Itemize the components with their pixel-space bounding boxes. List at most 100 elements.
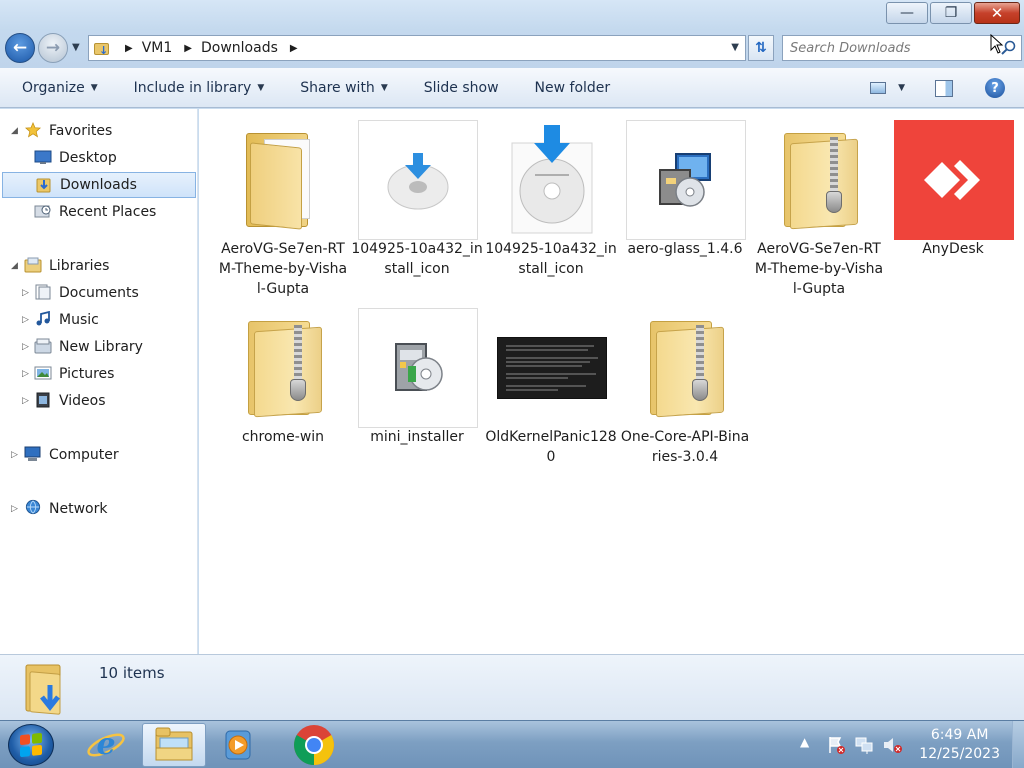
breadcrumb-downloads[interactable]: Downloads bbox=[201, 40, 278, 56]
volume-muted-icon[interactable] bbox=[882, 735, 904, 755]
search-input[interactable] bbox=[790, 40, 1000, 56]
minimize-button[interactable]: — bbox=[886, 2, 928, 24]
nav-documents[interactable]: ▷ Documents bbox=[0, 280, 198, 306]
refresh-button[interactable]: ⇅ bbox=[748, 35, 774, 61]
clock-time: 6:49 AM bbox=[930, 727, 989, 743]
file-name: aero-glass_1.4.6 bbox=[627, 241, 743, 257]
taskbar-media-player[interactable] bbox=[206, 723, 270, 767]
image-thumbnail-icon bbox=[492, 120, 612, 240]
nav-libraries[interactable]: ◢ Libraries bbox=[0, 253, 198, 279]
network-icon bbox=[25, 499, 41, 515]
network-status-icon[interactable] bbox=[854, 735, 876, 755]
file-item[interactable]: OldKernelPanic1280 bbox=[485, 308, 617, 468]
nav-recent-places[interactable]: Recent Places bbox=[0, 199, 198, 225]
expand-arrow-icon[interactable]: ▷ bbox=[22, 396, 29, 406]
show-hidden-icons-icon[interactable]: ▲ bbox=[800, 735, 809, 749]
libraries-icon bbox=[24, 257, 42, 273]
nav-videos[interactable]: ▷ Videos bbox=[0, 388, 198, 414]
close-icon: ✕ bbox=[990, 4, 1004, 22]
address-bar[interactable]: ↓ ▶ VM1 ▶ Downloads ▶ ▼ bbox=[88, 35, 746, 61]
action-center-flag-icon[interactable] bbox=[826, 735, 846, 755]
expand-arrow-icon[interactable]: ▷ bbox=[22, 288, 29, 298]
desktop-icon bbox=[34, 150, 52, 164]
maximize-button[interactable]: ❐ bbox=[930, 2, 972, 24]
start-button[interactable] bbox=[8, 724, 54, 766]
file-item[interactable]: mini_installer bbox=[351, 308, 483, 468]
taskbar-internet-explorer[interactable]: e bbox=[74, 723, 138, 767]
organize-menu[interactable]: Organize ▼ bbox=[22, 80, 98, 96]
file-item[interactable]: 104925-10a432_install_icon bbox=[351, 120, 483, 300]
zip-folder-icon bbox=[244, 319, 324, 418]
nav-pictures[interactable]: ▷ Pictures bbox=[0, 361, 198, 387]
file-item[interactable]: AnyDesk bbox=[887, 120, 1019, 300]
file-item[interactable]: One-Core-API-Binaries-3.0.4 bbox=[619, 308, 751, 468]
organize-label: Organize bbox=[22, 79, 85, 96]
expand-arrow-icon[interactable]: ◢ bbox=[11, 126, 18, 136]
nav-computer[interactable]: ▷ Computer bbox=[0, 442, 198, 468]
breadcrumb-chevron-icon[interactable]: ▶ bbox=[290, 43, 298, 54]
expand-arrow-icon[interactable]: ▷ bbox=[22, 342, 29, 352]
file-name: One-Core-API-Binaries-3.0.4 bbox=[620, 429, 750, 465]
address-dropdown-icon[interactable]: ▼ bbox=[731, 42, 739, 53]
installer-icon bbox=[358, 308, 478, 428]
show-desktop-button[interactable] bbox=[1012, 721, 1024, 768]
back-button[interactable]: ← bbox=[5, 33, 35, 63]
taskbar: e ▲ 6:49 AM 12/25/2023 bbox=[0, 720, 1024, 768]
share-with-menu[interactable]: Share with ▼ bbox=[300, 80, 387, 96]
view-options-dropdown[interactable]: ▼ bbox=[898, 83, 905, 93]
expand-arrow-icon[interactable]: ▷ bbox=[11, 450, 18, 460]
breadcrumb-chevron-icon[interactable]: ▶ bbox=[125, 43, 133, 54]
svg-text:e: e bbox=[96, 727, 115, 762]
search-box[interactable] bbox=[782, 35, 1022, 61]
nav-network[interactable]: ▷ Network bbox=[0, 496, 198, 522]
nav-new-library[interactable]: ▷ New Library bbox=[0, 334, 198, 360]
details-pane: 10 items bbox=[0, 654, 1024, 720]
downloads-folder-icon bbox=[36, 178, 51, 193]
nav-documents-label: Documents bbox=[59, 285, 139, 301]
nav-desktop[interactable]: Desktop bbox=[0, 145, 198, 171]
file-item[interactable]: 104925-10a432_install_icon bbox=[485, 120, 617, 300]
preview-pane-icon[interactable] bbox=[935, 79, 953, 97]
image-thumbnail-icon bbox=[358, 120, 478, 240]
taskbar-windows-explorer[interactable] bbox=[142, 723, 206, 767]
breadcrumb-chevron-icon[interactable]: ▶ bbox=[184, 43, 192, 54]
title-bar[interactable]: — ❐ ✕ bbox=[0, 0, 1024, 30]
change-view-icon[interactable] bbox=[870, 82, 887, 94]
clock-date: 12/25/2023 bbox=[919, 746, 1000, 762]
windows-explorer-icon bbox=[155, 727, 193, 761]
expand-arrow-icon[interactable]: ▷ bbox=[22, 369, 29, 379]
star-icon bbox=[24, 122, 42, 138]
forward-button[interactable]: → bbox=[38, 33, 68, 63]
include-in-library-menu[interactable]: Include in library ▼ bbox=[134, 80, 265, 96]
arrow-right-icon: → bbox=[45, 38, 61, 58]
item-count: 10 items bbox=[99, 664, 165, 682]
help-icon[interactable]: ? bbox=[985, 78, 1005, 98]
new-folder-button[interactable]: New folder bbox=[535, 80, 611, 96]
nav-desktop-label: Desktop bbox=[59, 150, 117, 166]
file-item[interactable]: aero-glass_1.4.6 bbox=[619, 120, 751, 300]
file-item[interactable]: AeroVG-Se7en-RTM-Theme-by-Vishal-Gupta bbox=[217, 120, 349, 300]
file-item[interactable]: chrome-win bbox=[217, 308, 349, 468]
file-item[interactable]: AeroVG-Se7en-RTM-Theme-by-Vishal-Gupta bbox=[753, 120, 885, 300]
close-button[interactable]: ✕ bbox=[974, 2, 1020, 24]
nav-downloads[interactable]: Downloads bbox=[2, 172, 196, 198]
zip-folder-icon bbox=[780, 131, 860, 230]
clock[interactable]: 6:49 AM 12/25/2023 bbox=[919, 726, 1000, 764]
slide-show-button[interactable]: Slide show bbox=[424, 80, 499, 96]
expand-arrow-icon[interactable]: ▷ bbox=[22, 315, 29, 325]
system-tray: ▲ 6:49 AM 12/25/2023 bbox=[784, 721, 1024, 768]
expand-arrow-icon[interactable]: ▷ bbox=[11, 504, 18, 514]
file-name: chrome-win bbox=[241, 429, 325, 445]
nav-music[interactable]: ▷ Music bbox=[0, 307, 198, 333]
address-row: ← → ▼ ↓ ▶ VM1 ▶ Downloads ▶ ▼ ⇅ bbox=[0, 30, 1024, 68]
new-folder-label: New folder bbox=[534, 79, 611, 96]
documents-icon bbox=[35, 284, 51, 300]
taskbar-chrome[interactable] bbox=[282, 723, 346, 767]
nav-favorites-label: Favorites bbox=[49, 123, 113, 139]
recent-pages-dropdown[interactable]: ▼ bbox=[72, 42, 80, 53]
breadcrumb-vm1[interactable]: VM1 bbox=[142, 40, 173, 56]
expand-arrow-icon[interactable]: ◢ bbox=[11, 261, 18, 271]
file-list[interactable]: AeroVG-Se7en-RTM-Theme-by-Vishal-Gupta 1… bbox=[199, 109, 1024, 654]
file-name: mini_installer bbox=[370, 429, 464, 445]
nav-favorites[interactable]: ◢ Favorites bbox=[0, 118, 198, 144]
